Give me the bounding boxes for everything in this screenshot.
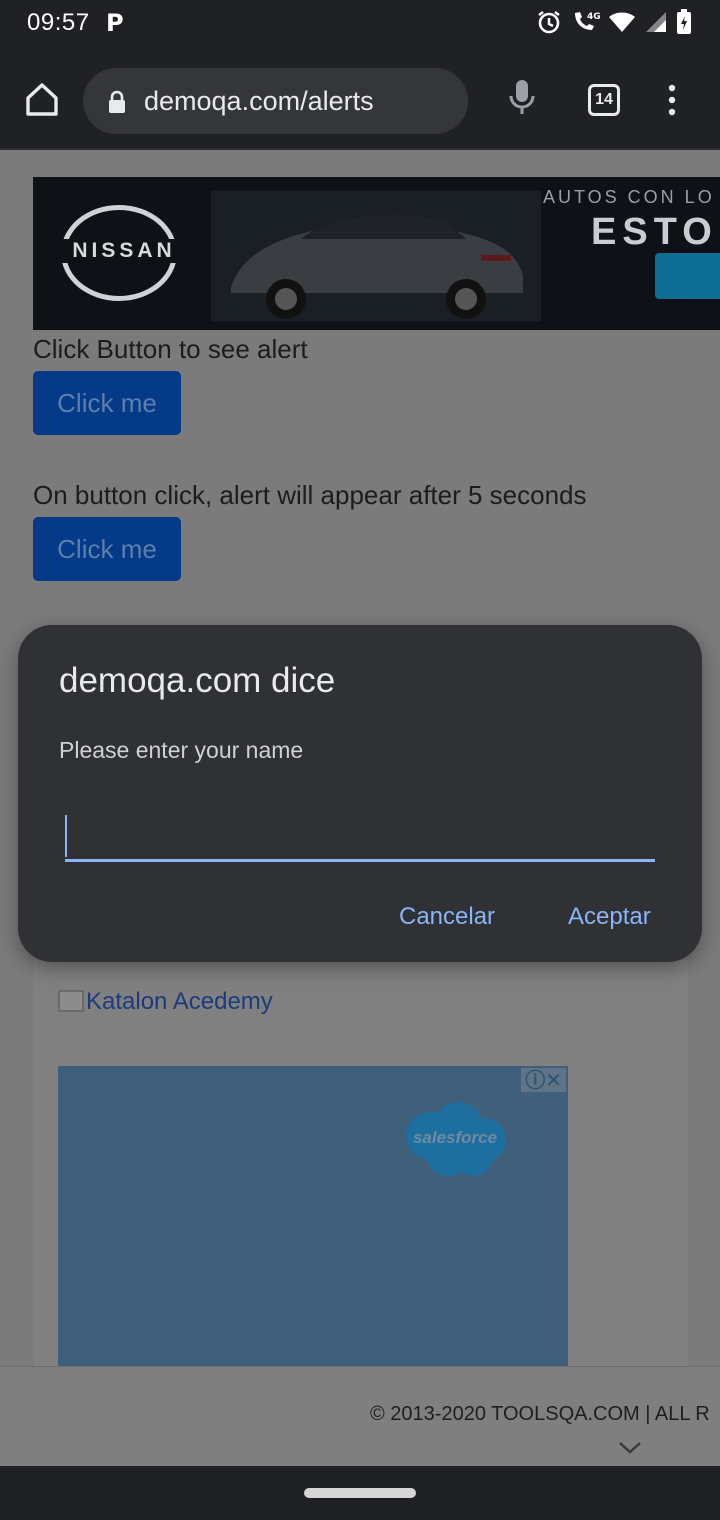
timer-alert-button[interactable]: Click me: [33, 517, 181, 581]
ad-headline: AUTOS CON LO: [543, 187, 715, 207]
dialog-message: Please enter your name: [59, 737, 304, 763]
url-text: demoqa.com/alerts: [144, 86, 374, 116]
nissan-ad-banner[interactable]: NISSAN AUTOS CON LO ESTO: [33, 177, 720, 330]
ad-info-close-icon[interactable]: ⓘ✕: [521, 1068, 566, 1092]
name-input[interactable]: [65, 808, 655, 862]
wifi-icon: [609, 12, 635, 32]
page-footer: © 2013-2020 TOOLSQA.COM | ALL R: [0, 1366, 720, 1466]
katalon-academy-link[interactable]: Katalon Acedemy: [58, 988, 273, 1016]
nissan-logo-text: NISSAN: [59, 239, 189, 263]
status-icons: 4G: [536, 8, 692, 36]
home-button[interactable]: [20, 78, 64, 122]
timer-alert-label: On button click, alert will appear after…: [33, 480, 587, 510]
dialog-title: demoqa.com dice: [59, 661, 336, 700]
menu-button[interactable]: [666, 84, 678, 121]
katalon-link-text: Katalon Acedemy: [86, 988, 273, 1015]
broken-image-icon: [58, 990, 84, 1012]
lock-icon: [109, 90, 125, 113]
svg-text:4G: 4G: [587, 12, 600, 22]
home-icon: [26, 83, 58, 116]
text-cursor: [65, 815, 67, 857]
browser-toolbar: demoqa.com/alerts 14: [0, 46, 720, 150]
alert-button[interactable]: Click me: [33, 371, 181, 435]
chevron-down-icon[interactable]: [618, 1441, 642, 1455]
battery-charging-icon: [677, 9, 691, 34]
status-bar: 09:57 P 4G: [0, 0, 720, 46]
salesforce-logo-text: salesforce: [412, 1128, 498, 1147]
system-nav-bar: [0, 1466, 720, 1520]
prompt-dialog: demoqa.com dice Please enter your name C…: [18, 625, 702, 962]
tab-switcher-button[interactable]: 14: [588, 84, 620, 116]
address-bar[interactable]: demoqa.com/alerts: [83, 68, 468, 134]
signal-icon: [646, 12, 666, 32]
mic-icon: [509, 80, 535, 114]
home-gesture-handle[interactable]: [304, 1488, 416, 1498]
alarm-icon: [538, 11, 560, 34]
menu-icon: [668, 84, 676, 116]
alert1-label: Click Button to see alert: [33, 334, 308, 364]
ad-cta-button[interactable]: [655, 253, 720, 299]
voice-search-button[interactable]: [506, 78, 538, 123]
footer-copyright: © 2013-2020 TOOLSQA.COM | ALL R: [370, 1403, 710, 1425]
status-time: 09:57: [27, 9, 90, 36]
wifi-call-icon: 4G: [575, 12, 600, 30]
ad-subheadline: ESTO: [591, 211, 718, 253]
accept-button[interactable]: Aceptar: [568, 903, 651, 931]
parking-app-icon: P: [106, 9, 124, 37]
cancel-button[interactable]: Cancelar: [399, 903, 495, 931]
car-image: [211, 191, 541, 321]
